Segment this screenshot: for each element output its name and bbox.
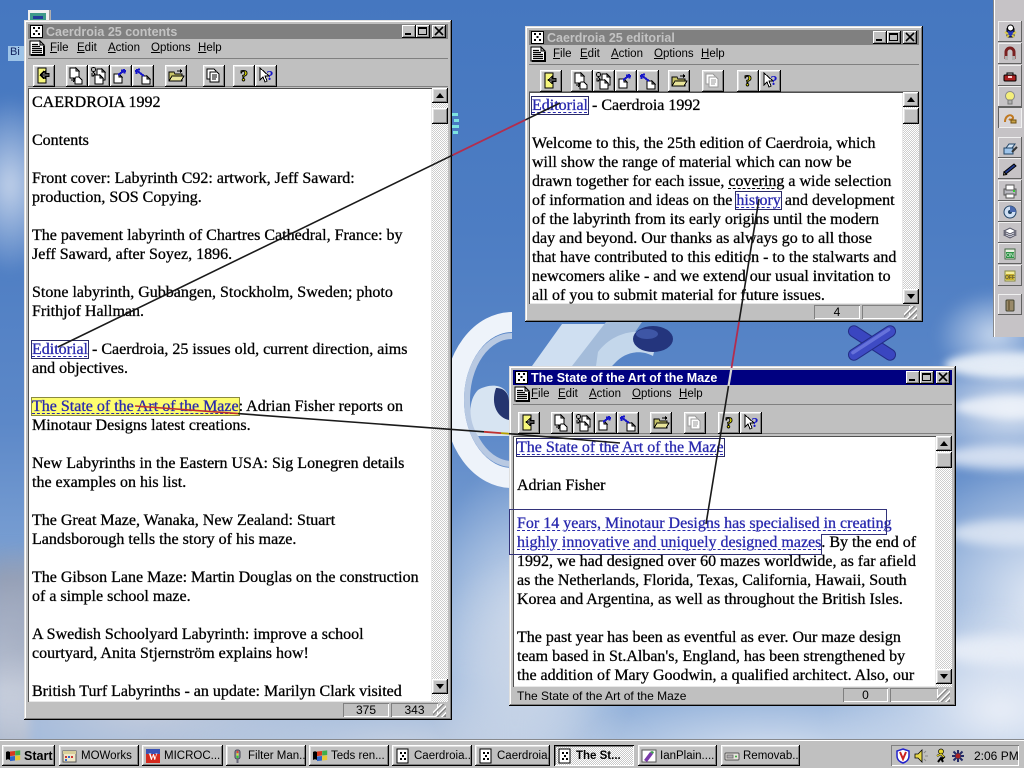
svg-text:ON: ON xyxy=(1006,253,1014,259)
svg-text:?: ? xyxy=(744,73,752,90)
svg-text:?: ? xyxy=(725,415,733,432)
svg-text:?: ? xyxy=(771,74,778,89)
svg-text:?: ? xyxy=(267,69,274,84)
svg-text:OFF: OFF xyxy=(1005,275,1015,281)
svg-text:?: ? xyxy=(240,68,248,85)
svg-text:W: W xyxy=(149,752,158,762)
svg-text:?: ? xyxy=(752,416,759,431)
